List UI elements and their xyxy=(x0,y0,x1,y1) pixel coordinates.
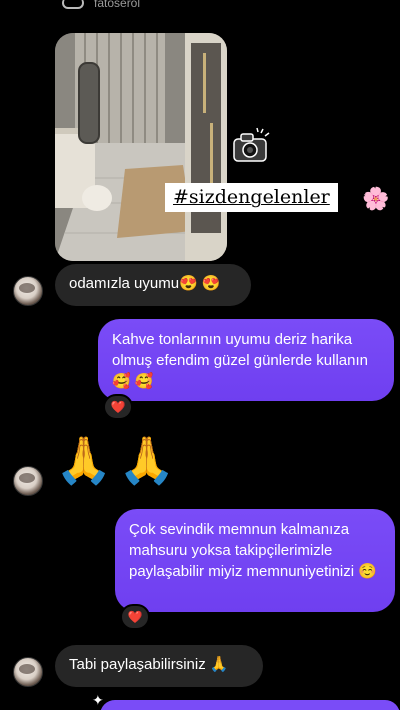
hashtag-sticker: #sizdengelenler xyxy=(165,183,338,212)
avatar[interactable] xyxy=(13,276,43,306)
message-text: Tabi paylaşabilirsiniz 🙏 xyxy=(69,656,229,673)
shared-story-image[interactable] xyxy=(55,33,227,261)
message-bubble-incoming[interactable]: Tabi paylaşabilirsiniz 🙏 xyxy=(55,645,263,687)
reaction-badge[interactable]: ❤️ xyxy=(120,604,150,630)
room-photo xyxy=(55,33,227,261)
story-reply-header: fatoserol xyxy=(62,0,140,12)
message-bubble-outgoing-partial[interactable] xyxy=(100,700,400,710)
message-text: Çok sevindik memnun kalmanıza mahsuru yo… xyxy=(129,521,377,580)
message-bubble-outgoing[interactable]: Çok sevindik memnun kalmanıza mahsuru yo… xyxy=(115,509,395,612)
folded-hands-icon: 🙏🙏 xyxy=(55,434,182,486)
username: fatoserol xyxy=(94,0,141,10)
reply-arrow-icon xyxy=(62,0,84,9)
message-text: odamızla uyumu😍 😍 xyxy=(69,275,221,292)
message-bubble-outgoing[interactable]: Kahve tonlarının uyumu deriz harika olmu… xyxy=(98,319,394,401)
heart-icon: ❤️ xyxy=(110,400,126,414)
avatar[interactable] xyxy=(13,466,43,496)
avatar[interactable] xyxy=(13,657,43,687)
emoji-message[interactable]: 🙏🙏 xyxy=(55,437,182,483)
reaction-badge[interactable]: ❤️ xyxy=(103,394,133,420)
camera-icon xyxy=(229,127,271,169)
heart-icon: ❤️ xyxy=(127,610,143,624)
message-bubble-incoming[interactable]: odamızla uyumu😍 😍 xyxy=(55,264,251,306)
message-text: Kahve tonlarının uyumu deriz harika olmu… xyxy=(112,331,368,390)
hashtag-text: #sizdengelenler xyxy=(173,186,330,208)
cherry-blossom-icon: 🌸 xyxy=(362,186,390,211)
